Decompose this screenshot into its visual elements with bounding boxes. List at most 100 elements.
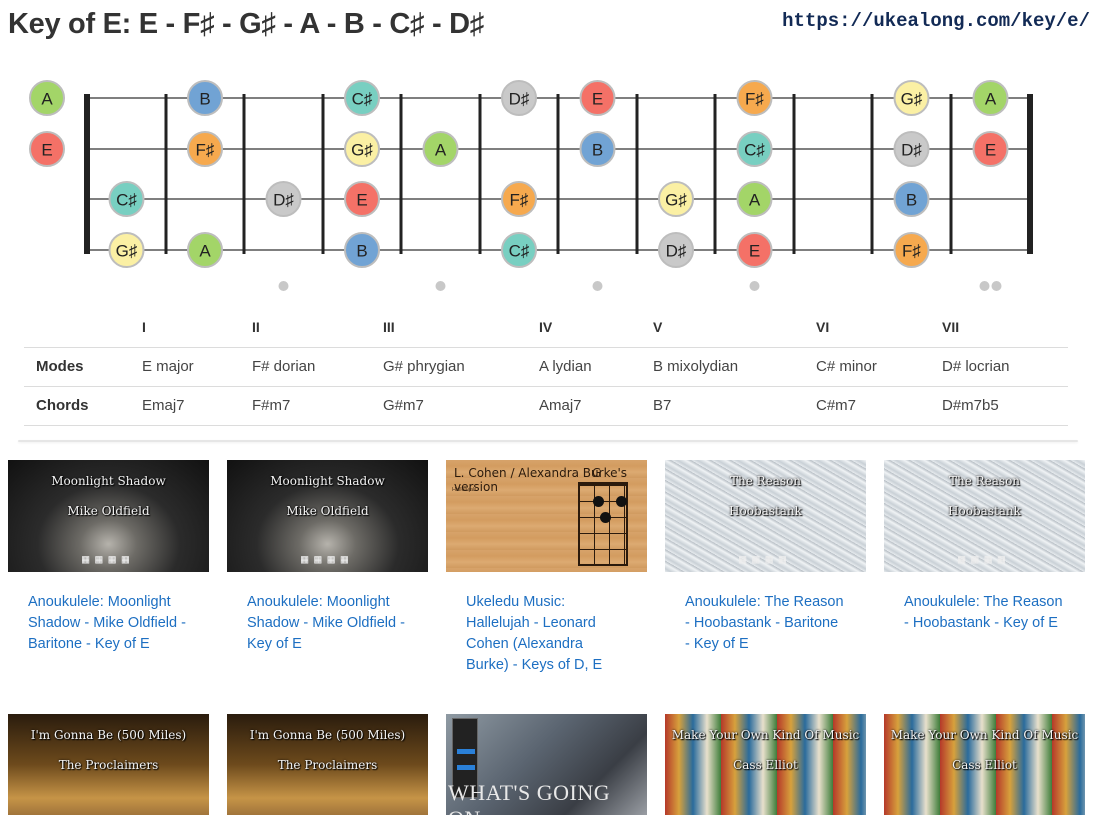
note-marker: F♯ <box>893 232 930 268</box>
note-label: A <box>435 141 447 160</box>
thumbnail-artist: Hoobastank <box>729 504 802 518</box>
note-label: E <box>749 242 760 261</box>
chord-diagram <box>578 482 628 566</box>
note-label: E <box>356 191 367 210</box>
video-thumbnail[interactable]: The Reason Hoobastank ▦▦▦▦ <box>665 460 866 572</box>
video-card[interactable]: I'm Gonna Be (500 Miles) The Proclaimers <box>8 714 209 815</box>
note-marker: D♯ <box>893 131 930 167</box>
note-label: B <box>592 141 603 160</box>
modes-table: I II III IV V VI VII Modes E major F# do… <box>24 308 1068 426</box>
row-label: Chords <box>36 397 89 414</box>
video-thumbnail[interactable]: I'm Gonna Be (500 Miles) The Proclaimers <box>8 714 209 815</box>
note-marker: A <box>422 131 459 167</box>
note-marker: D♯ <box>658 232 694 268</box>
note-marker: E <box>972 131 1009 167</box>
video-card[interactable]: Make Your Own Kind Of Music Cass Elliot <box>884 714 1085 815</box>
table-cell: C# minor <box>816 358 877 375</box>
video-link[interactable]: Anoukulele: The Reason - Hoobastank - Ke… <box>884 592 1085 634</box>
note-marker: A <box>29 80 65 116</box>
video-card[interactable]: Moonlight Shadow Mike Oldfield ▦▦▦▦ Anou… <box>227 460 428 655</box>
finger-dot <box>593 496 604 507</box>
note-label: B <box>356 242 367 261</box>
video-card[interactable]: I'm Gonna Be (500 Miles) The Proclaimers <box>227 714 428 815</box>
fretboard-diagram: A E C♯ G♯ B F♯ A D♯ C♯ G♯ E B A D♯ F♯ C♯ E B G♯ D♯ F♯ C♯ A E G♯ D… <box>29 80 1033 291</box>
video-link[interactable]: Ukeledu Music: Hallelujah - Leonard Cohe… <box>446 592 647 676</box>
thumbnail-artist: Hoobastank <box>948 504 1021 518</box>
video-thumbnail[interactable]: The Reason Hoobastank ▦▦▦▦ <box>884 460 1085 572</box>
table-cell: D#m7b5 <box>942 397 999 414</box>
note-label: B <box>906 191 917 210</box>
table-cell: A lydian <box>539 358 592 375</box>
video-card[interactable]: The Reason Hoobastank ▦▦▦▦ Anoukulele: T… <box>884 460 1085 634</box>
video-link[interactable]: Anoukulele: Moonlight Shadow - Mike Oldf… <box>8 592 209 655</box>
video-thumbnail[interactable]: Moonlight Shadow Mike Oldfield ▦▦▦▦ <box>227 460 428 572</box>
table-cell: F# dorian <box>252 358 316 375</box>
note-label: D♯ <box>666 242 687 261</box>
note-marker: E <box>736 232 773 268</box>
chords-row: Chords Emaj7 F#m7 G#m7 Amaj7 B7 C#m7 D#m… <box>24 386 1068 425</box>
fret-position-dot <box>749 281 760 291</box>
note-label: B <box>199 90 210 109</box>
site-url-link[interactable]: https://ukealong.com/key/e/ <box>782 10 1090 32</box>
note-label: D♯ <box>509 90 530 109</box>
fret-position-dot <box>979 281 990 291</box>
video-link[interactable]: Anoukulele: The Reason - Hoobastank - Ba… <box>665 592 866 655</box>
video-thumbnail[interactable]: I'm Gonna Be (500 Miles) The Proclaimers <box>227 714 428 815</box>
table-header-cell: VI <box>816 319 830 336</box>
table-cell: C#m7 <box>816 397 857 414</box>
note-marker: E <box>579 80 616 116</box>
thumbnail-artist: The Proclaimers <box>277 758 378 772</box>
video-thumbnail[interactable]: L. Cohen / Alexandra Burke's version G H… <box>446 460 647 572</box>
video-link[interactable]: Anoukulele: Moonlight Shadow - Mike Oldf… <box>227 592 428 655</box>
table-header-cell: III <box>383 319 395 336</box>
note-label: G♯ <box>116 242 138 261</box>
row-label: Modes <box>36 358 84 375</box>
modes-table-header-row: I II III IV V VI VII <box>24 308 1068 347</box>
note-marker: B <box>579 131 616 167</box>
table-cell: Amaj7 <box>539 397 582 414</box>
thumbnail-song-title: Moonlight Shadow <box>51 474 166 488</box>
chord-diagrams: ▦▦▦▦ <box>739 552 792 566</box>
finger-dot <box>616 496 627 507</box>
thumbnail-song-title: I'm Gonna Be (500 Miles) <box>30 728 187 742</box>
note-label: D♯ <box>273 191 294 210</box>
finger-dot <box>457 749 475 754</box>
finger-dot <box>457 765 475 770</box>
video-thumbnail[interactable]: Make Your Own Kind Of Music Cass Elliot <box>665 714 866 815</box>
note-marker: B <box>187 80 223 116</box>
note-label: C♯ <box>116 191 137 210</box>
note-label: F♯ <box>510 191 529 210</box>
note-marker: F♯ <box>736 80 773 116</box>
note-marker: F♯ <box>501 181 537 217</box>
fret-position-dot <box>435 281 446 291</box>
note-label: F♯ <box>196 141 215 160</box>
table-header-cell <box>24 308 130 347</box>
thumbnail-song-title: The Reason <box>948 474 1021 488</box>
video-card[interactable]: WHAT'S GOING ON <box>446 714 647 815</box>
note-marker: G♯ <box>108 232 145 268</box>
thumbnail-chord-name: G <box>592 466 602 480</box>
video-card[interactable]: Moonlight Shadow Mike Oldfield ▦▦▦▦ Anou… <box>8 460 209 655</box>
table-cell: G#m7 <box>383 397 424 414</box>
video-card[interactable]: Make Your Own Kind Of Music Cass Elliot <box>665 714 866 815</box>
video-thumbnail[interactable]: Moonlight Shadow Mike Oldfield ▦▦▦▦ <box>8 460 209 572</box>
video-thumbnail[interactable]: WHAT'S GOING ON <box>446 714 647 815</box>
page-title: Key of E: E - F♯ - G♯ - A - B - C♯ - D♯ <box>8 8 484 40</box>
fret-position-dot <box>278 281 289 291</box>
video-thumbnail[interactable]: Make Your Own Kind Of Music Cass Elliot <box>884 714 1085 815</box>
note-label: F♯ <box>902 242 921 261</box>
note-marker: G♯ <box>658 181 694 217</box>
video-card[interactable]: L. Cohen / Alexandra Burke's version G H… <box>446 460 647 676</box>
table-header-cell: IV <box>539 319 553 336</box>
table-cell: B7 <box>653 397 672 414</box>
video-card[interactable]: The Reason Hoobastank ▦▦▦▦ Anoukulele: T… <box>665 460 866 655</box>
thumbnail-lyrics: Hallelujah <box>452 486 572 494</box>
table-header-cell: V <box>653 319 663 336</box>
note-marker: D♯ <box>501 80 537 116</box>
note-marker: A <box>972 80 1009 116</box>
thumbnail-artist: Hallelujah <box>452 487 477 493</box>
note-label: C♯ <box>744 141 765 160</box>
note-marker: C♯ <box>344 80 380 116</box>
note-label: G♯ <box>351 141 373 160</box>
table-cell: G# phrygian <box>383 358 465 375</box>
